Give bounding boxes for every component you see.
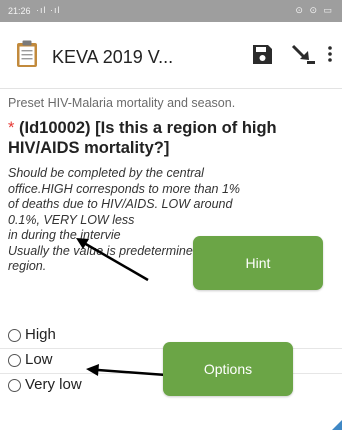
- options-callout: Options: [163, 342, 293, 396]
- hint-callout: Hint: [193, 236, 323, 290]
- options-arrow: [97, 368, 167, 377]
- hint-arrow: [83, 241, 149, 282]
- options-arrowhead: [86, 364, 99, 376]
- scroll-corner-icon: [332, 420, 342, 430]
